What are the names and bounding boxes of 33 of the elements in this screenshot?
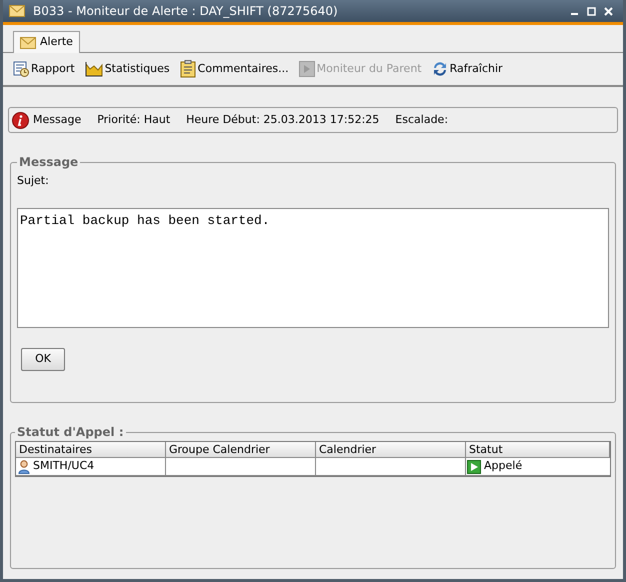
- table-cell: Appelé: [466, 458, 610, 476]
- person-icon: [18, 460, 30, 474]
- info-icon: [12, 112, 29, 128]
- table-cell: SMITH/UC4: [16, 458, 166, 476]
- close-icon[interactable]: [604, 6, 613, 16]
- envelope-icon: [20, 36, 36, 48]
- toolbar-button[interactable]: Rafraîchir: [432, 60, 503, 78]
- toolbar-button[interactable]: Rapport: [13, 60, 75, 78]
- escalation-label: Escalade:: [395, 112, 448, 128]
- column-header[interactable]: Groupe Calendrier: [166, 442, 316, 458]
- start-time-label: Heure Début: 25.03.2013 17:52:25: [186, 112, 380, 128]
- window-title: B033 - Moniteur de Alerte : DAY_SHIFT (87275640): [33, 3, 338, 20]
- group-title: Statut d'Appel :: [16, 424, 125, 441]
- message-type: Message: [33, 112, 82, 128]
- ok-button[interactable]: OK: [21, 348, 65, 370]
- envelope-icon: [9, 5, 25, 17]
- play-icon: [467, 460, 481, 474]
- column-header[interactable]: Destinataires: [16, 442, 166, 458]
- chart-icon: [84, 61, 103, 77]
- subject-label: Sujet:: [17, 173, 50, 189]
- toolbar-button[interactable]: Statistiques: [84, 60, 170, 78]
- priority-label: Priorité: Haut: [97, 112, 170, 128]
- toolbar-button[interactable]: Commentaires...: [180, 60, 289, 78]
- tab[interactable]: Alerte: [13, 31, 80, 53]
- message-body: Partial backup has been started.: [17, 208, 609, 328]
- refresh-icon: [432, 61, 448, 77]
- maximize-icon[interactable]: [587, 6, 596, 16]
- report-clock-icon: [13, 61, 29, 77]
- column-header[interactable]: Statut: [466, 442, 610, 458]
- clipboard-icon: [180, 60, 196, 78]
- group-title: Message: [18, 154, 80, 171]
- column-header[interactable]: Calendrier: [316, 442, 466, 458]
- monitor-icon: [298, 61, 315, 77]
